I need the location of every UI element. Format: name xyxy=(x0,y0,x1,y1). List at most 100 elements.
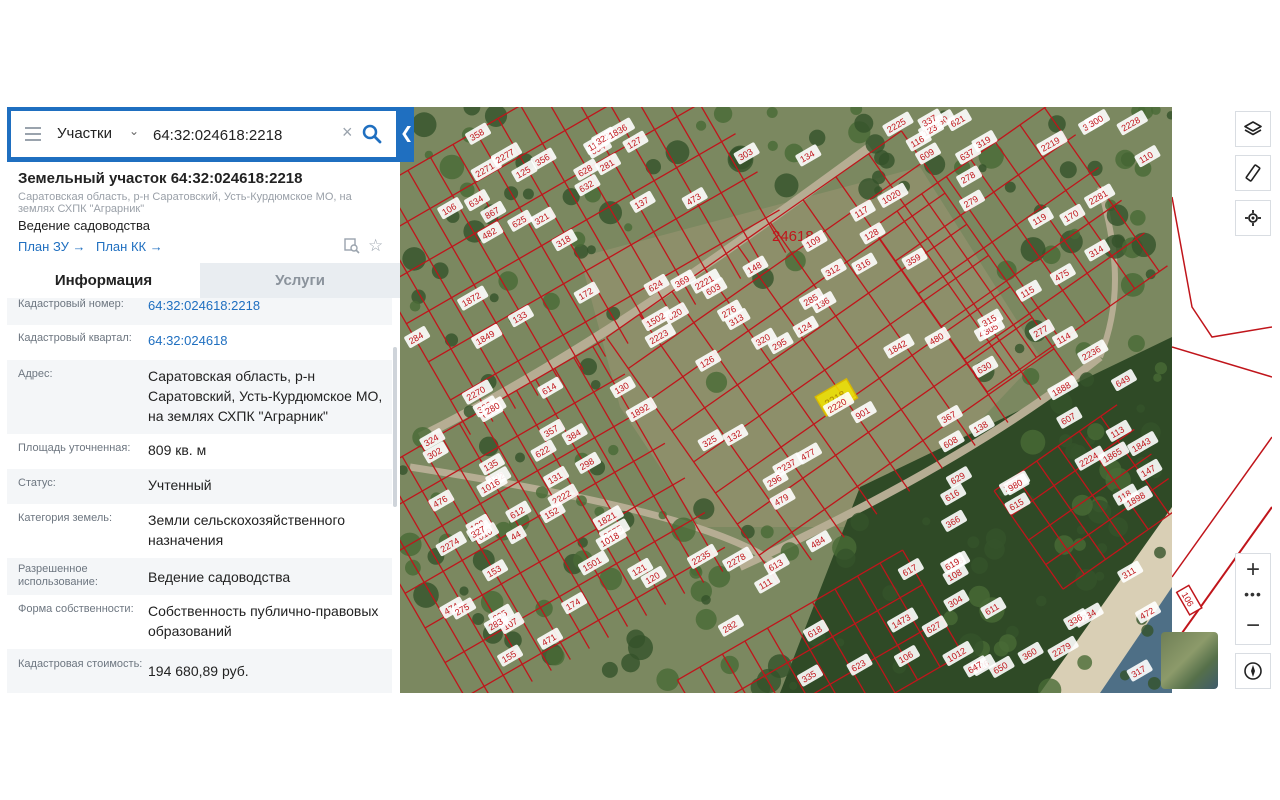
collapse-panel-button[interactable]: ❮ xyxy=(400,123,413,143)
row-cadastral-number: Кадастровый номер: 64:32:024618:2218 xyxy=(7,298,392,325)
tree xyxy=(922,517,931,526)
tree xyxy=(1079,372,1095,387)
tree xyxy=(1141,624,1154,637)
tree xyxy=(535,486,549,499)
layer-select[interactable]: Участки xyxy=(57,125,112,142)
tree xyxy=(967,536,980,549)
tree xyxy=(971,557,988,574)
info-panel: Земельный участок 64:32:024618:2218 Сара… xyxy=(7,162,400,693)
tree xyxy=(444,333,459,347)
row-cadastral-value: Кадастровая стоимость: 194 680,89 руб. xyxy=(7,649,392,693)
row-label: Форма собственности: xyxy=(18,603,134,615)
row-address: Адрес: Саратовская область, р-н Саратовс… xyxy=(7,360,392,434)
row-land-category: Категория земель: Земли сельскохозяйстве… xyxy=(7,504,392,558)
zoom-in-icon[interactable]: + xyxy=(1236,556,1270,584)
locate-button[interactable] xyxy=(1235,200,1271,236)
tree xyxy=(628,635,653,661)
plan-kk-label: План КК xyxy=(96,239,147,254)
tree xyxy=(409,300,421,312)
tree xyxy=(836,548,856,568)
tree xyxy=(968,585,990,608)
tree xyxy=(1020,429,1046,455)
tree xyxy=(1077,655,1093,670)
ownership-value: Собственность публично-правовых образова… xyxy=(148,603,379,639)
parcel-use: Ведение садоводства xyxy=(18,218,150,233)
tree xyxy=(854,113,874,133)
cadastral-number-link[interactable]: 64:32:024618:2218 xyxy=(148,298,383,316)
row-label: Разрешенное использование: xyxy=(18,563,98,588)
tree xyxy=(598,201,622,225)
tree xyxy=(608,444,619,456)
zoom-out-icon[interactable]: − xyxy=(1236,612,1270,640)
chevron-down-icon[interactable]: ⌄ xyxy=(129,124,139,138)
tree xyxy=(624,223,633,232)
tree xyxy=(858,178,880,200)
find-on-map-icon[interactable] xyxy=(344,238,360,254)
tree xyxy=(767,654,792,678)
address-value: Саратовская область, р-н Саратовский, Ус… xyxy=(148,368,383,424)
tree xyxy=(882,585,899,602)
tree xyxy=(1147,677,1161,690)
tree xyxy=(1115,149,1135,170)
row-label: Категория земель: xyxy=(18,512,113,524)
menu-icon[interactable] xyxy=(25,127,41,141)
tree xyxy=(656,668,679,691)
tab-services[interactable]: Услуги xyxy=(200,263,400,298)
tree xyxy=(1153,373,1162,382)
search-box: Участки ⌄ × xyxy=(11,111,396,157)
tab-information[interactable]: Информация xyxy=(7,263,200,298)
tree xyxy=(489,293,499,303)
ruler-icon xyxy=(1245,164,1261,182)
panel-scrollbar[interactable] xyxy=(393,347,397,507)
tree xyxy=(1095,571,1105,581)
map-canvas[interactable]: 24618 2218 60860760560460361161060962462… xyxy=(400,107,1172,693)
tree xyxy=(1036,595,1047,607)
plan-zu-link[interactable]: План ЗУ → xyxy=(18,239,86,254)
plan-zu-label: План ЗУ xyxy=(18,239,69,254)
tree xyxy=(696,120,707,131)
more-icon[interactable]: ••• xyxy=(1236,586,1270,602)
area-value: 809 кв. м xyxy=(148,442,207,458)
row-label: Статус: xyxy=(18,477,56,489)
star-icon[interactable]: ☆ xyxy=(368,236,383,256)
cadastral-value: 194 680,89 руб. xyxy=(148,663,249,679)
land-category-value: Земли сельскохозяйственного назначения xyxy=(148,512,346,548)
parcel-address: Саратовская область, р-н Саратовский, Ус… xyxy=(18,191,352,215)
measure-button[interactable] xyxy=(1235,155,1271,191)
status-value: Учтенный xyxy=(148,477,212,493)
basemap-switcher[interactable] xyxy=(1161,632,1218,689)
tree xyxy=(850,512,869,532)
info-rows: Кадастровый номер: 64:32:024618:2218 Кад… xyxy=(7,298,392,693)
tree xyxy=(809,129,826,146)
cadastral-quarter-link[interactable]: 64:32:024618 xyxy=(148,331,383,351)
tree xyxy=(789,681,798,691)
tree xyxy=(472,613,485,625)
search-bar: Участки ⌄ × ❮ xyxy=(7,107,414,162)
tree xyxy=(1108,517,1128,537)
row-status: Статус: Учтенный xyxy=(7,469,392,504)
tree xyxy=(695,608,717,630)
tree xyxy=(645,159,661,175)
row-label: Кадастровая стоимость: xyxy=(18,658,143,670)
zoom-controls: + ••• − xyxy=(1235,553,1271,645)
row-label: Площадь уточненная: xyxy=(18,442,131,454)
tree xyxy=(601,661,618,678)
tree xyxy=(515,452,525,463)
tree xyxy=(1020,237,1046,263)
tree xyxy=(760,525,774,539)
layers-button[interactable] xyxy=(1235,111,1271,147)
tree xyxy=(1014,343,1025,354)
tree xyxy=(542,292,560,310)
search-input[interactable] xyxy=(151,120,345,150)
tree xyxy=(1087,423,1105,441)
tree xyxy=(774,173,799,198)
tree xyxy=(878,152,895,169)
layers-icon xyxy=(1244,121,1262,136)
search-icon[interactable] xyxy=(361,123,383,145)
compass-button[interactable] xyxy=(1235,653,1271,689)
parcel-marker: 106 xyxy=(1175,584,1203,616)
tree xyxy=(766,107,778,118)
row-area: Площадь уточненная: 809 кв. м xyxy=(7,434,392,469)
plan-kk-link[interactable]: План КК → xyxy=(96,239,163,254)
close-icon[interactable]: × xyxy=(342,122,353,143)
